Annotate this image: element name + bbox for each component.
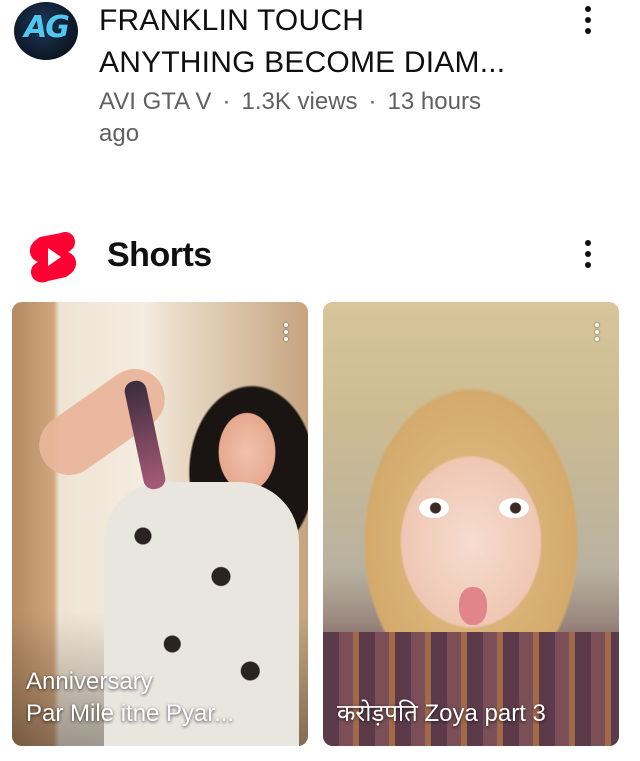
video-title-line-1: FRANKLIN TOUCH: [99, 4, 365, 37]
short-more-options-icon[interactable]: [278, 318, 294, 346]
upload-time-continued: ago: [99, 120, 140, 147]
meta-separator: ·: [368, 88, 377, 115]
channel-name: AVI GTA V: [99, 88, 212, 115]
shorts-shelf-title: Shorts: [107, 236, 212, 274]
channel-avatar-logo: AG: [24, 10, 70, 45]
short-title-line-1: करोड़पति Zoya part 3: [337, 700, 546, 727]
video-metadata: AVI GTA V · 1.3K views · 13 hours ago: [99, 86, 559, 150]
upload-time: 13 hours: [387, 88, 481, 115]
view-count: 1.3K views: [241, 88, 358, 115]
short-title: करोड़पति Zoya part 3: [337, 698, 605, 730]
youtube-shorts-icon: [29, 232, 77, 283]
shorts-shelf-header: Shorts: [0, 222, 640, 288]
shorts-more-options-icon[interactable]: [573, 234, 603, 274]
video-more-options-icon[interactable]: [573, 0, 603, 40]
short-title: Anniversary Par Mile itne Pyar...: [26, 666, 294, 730]
short-more-options-icon[interactable]: [589, 318, 605, 346]
meta-separator: ·: [222, 88, 231, 115]
short-card[interactable]: Anniversary Par Mile itne Pyar...: [12, 302, 308, 746]
short-title-line-1: Anniversary: [26, 668, 153, 695]
video-title[interactable]: FRANKLIN TOUCH ANYTHING BECOME DIAM...: [99, 0, 569, 84]
video-item[interactable]: AG FRANKLIN TOUCH ANYTHING BECOME DIAM..…: [0, 0, 640, 170]
short-title-line-2: Par Mile itne Pyar...: [26, 700, 235, 727]
channel-avatar[interactable]: AG: [14, 2, 78, 60]
video-title-line-2: ANYTHING BECOME DIAM...: [99, 46, 506, 79]
short-card[interactable]: करोड़पति Zoya part 3: [323, 302, 619, 746]
